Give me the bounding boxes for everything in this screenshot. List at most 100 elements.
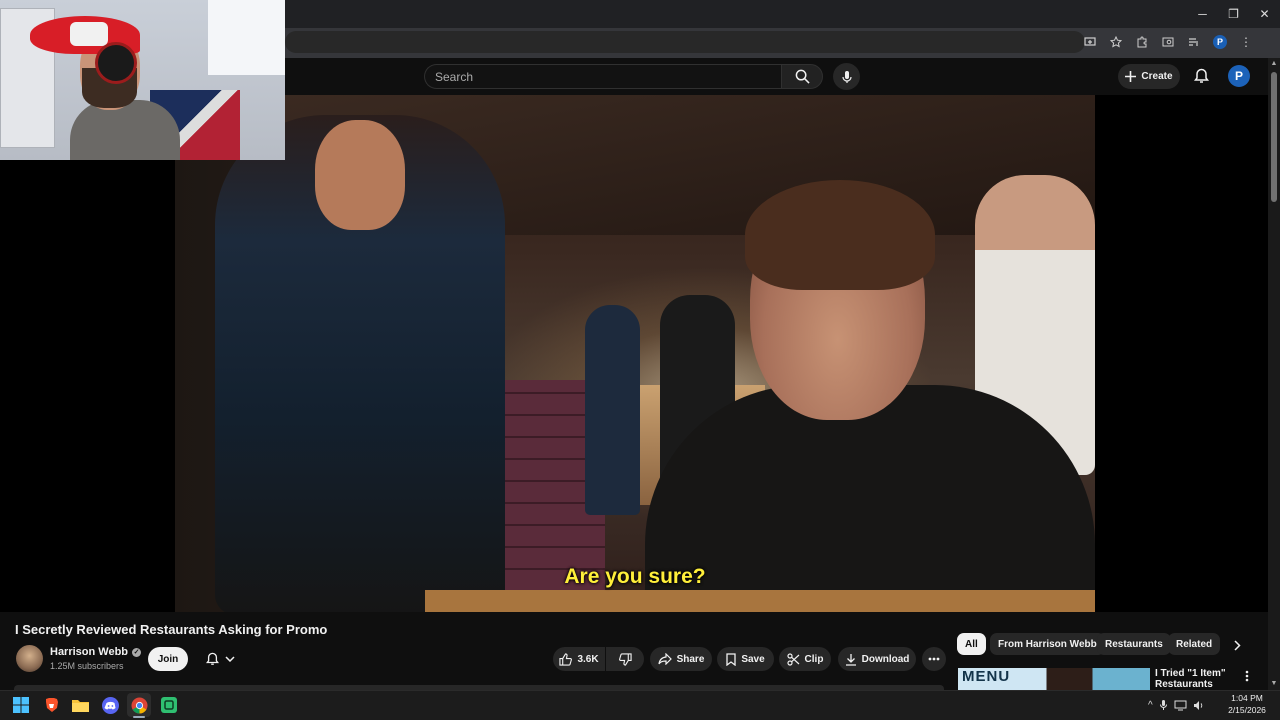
save-button[interactable]: Save: [717, 647, 774, 671]
account-avatar[interactable]: P: [1228, 65, 1250, 87]
search-button[interactable]: [781, 64, 823, 89]
download-icon: [845, 653, 856, 666]
show-hidden-icons-icon[interactable]: ^: [1148, 700, 1153, 711]
chip-related[interactable]: Related: [1168, 633, 1221, 655]
address-bar[interactable]: [285, 31, 1085, 53]
scissors-icon: [786, 652, 799, 666]
bell-icon: [205, 652, 219, 665]
verified-check-icon: ✓: [132, 647, 142, 657]
video-frame: Are you sure?: [175, 95, 1095, 612]
like-button[interactable]: 3.6K: [553, 647, 605, 671]
dislike-button[interactable]: [606, 647, 644, 671]
channel-name[interactable]: Harrison Webb: [50, 646, 128, 658]
scroll-down-arrow-icon[interactable]: ▼: [1268, 678, 1280, 690]
bookmark-icon: [726, 652, 736, 666]
microphone-icon: [841, 70, 852, 83]
create-label: Create: [1141, 71, 1173, 82]
scene-staff-person: [585, 305, 640, 515]
chip-restaurants[interactable]: Restaurants: [1097, 633, 1171, 655]
search-input[interactable]: [425, 65, 781, 88]
download-button[interactable]: Download: [838, 647, 916, 671]
chevron-right-icon: [1233, 639, 1241, 651]
tab-search-icon[interactable]: [1158, 32, 1178, 52]
clock-date: 2/15/2026: [1228, 705, 1266, 715]
clip-label: Clip: [804, 653, 824, 665]
extensions-puzzle-icon[interactable]: [1132, 32, 1152, 52]
video-player[interactable]: Are you sure?: [0, 95, 1268, 612]
recommendation-thumbnail[interactable]: MENU: [958, 668, 1150, 690]
microphone-icon[interactable]: [1159, 699, 1168, 711]
search-icon: [795, 69, 810, 84]
channel-avatar[interactable]: [16, 645, 43, 672]
more-vertical-icon: [1245, 670, 1249, 682]
system-tray: ^: [1148, 697, 1205, 713]
plus-icon: [1125, 71, 1137, 82]
install-app-icon[interactable]: [1080, 32, 1100, 52]
volume-icon[interactable]: [1193, 700, 1205, 711]
share-arrow-icon: [657, 653, 672, 665]
recommendation-menu-button[interactable]: [1240, 668, 1254, 684]
create-button[interactable]: Create: [1118, 64, 1180, 89]
cam-shirt: [70, 100, 180, 160]
cam-headset: [95, 42, 137, 84]
share-label: Share: [676, 653, 705, 665]
webcam-overlay: [0, 0, 285, 160]
download-label: Download: [861, 653, 910, 665]
scrollbar-thumb[interactable]: [1271, 72, 1277, 202]
taskbar-active-indicator: [133, 716, 145, 718]
chevron-down-icon: [224, 656, 235, 662]
notifications-button[interactable]: [1190, 65, 1212, 87]
bookmark-star-icon[interactable]: [1106, 32, 1126, 52]
subscription-notifications-button[interactable]: [196, 647, 244, 671]
chip-all[interactable]: All: [957, 633, 986, 655]
recommendation-title[interactable]: I Tried "1 Item" Restaurants: [1155, 668, 1235, 690]
clip-button[interactable]: Clip: [779, 647, 831, 671]
taskbar-file-explorer[interactable]: [68, 693, 92, 717]
scroll-up-arrow-icon[interactable]: ▲: [1268, 58, 1280, 70]
brave-lion-icon: [45, 698, 58, 712]
folder-icon: [71, 700, 89, 712]
search-box: [424, 64, 781, 89]
minimize-button[interactable]: ─: [1187, 0, 1218, 28]
window-controls: ─ ❐ ✕: [1187, 0, 1280, 28]
app-icon: [161, 697, 177, 713]
chrome-icon: [131, 697, 147, 713]
network-icon[interactable]: [1174, 700, 1187, 711]
more-horizontal-icon: [928, 657, 940, 661]
start-button[interactable]: [9, 693, 33, 717]
taskbar-brave[interactable]: [39, 693, 63, 717]
join-button[interactable]: Join: [148, 647, 188, 671]
discord-icon: [101, 696, 119, 714]
close-button[interactable]: ✕: [1249, 0, 1280, 28]
scene-table: [425, 590, 1095, 612]
taskbar-discord[interactable]: [98, 693, 122, 717]
taskbar-app[interactable]: [157, 693, 181, 717]
browser-profile-icon[interactable]: P: [1210, 32, 1230, 52]
browser-toolbar-icons: P ⋮: [1080, 31, 1256, 53]
clock-time: 1:04 PM: [1231, 693, 1263, 703]
restore-button[interactable]: ❐: [1218, 0, 1249, 28]
media-queue-icon[interactable]: [1184, 32, 1204, 52]
windows-logo-icon: [13, 697, 29, 713]
recommendation-thumbnail-text: MENU: [962, 668, 1011, 685]
more-actions-button[interactable]: [922, 647, 946, 671]
share-button[interactable]: Share: [650, 647, 712, 671]
chip-from-channel[interactable]: From Harrison Webb: [990, 633, 1105, 655]
taskbar-chrome[interactable]: [127, 693, 151, 717]
browser-menu-icon[interactable]: ⋮: [1236, 32, 1256, 52]
thumbs-down-icon: [618, 652, 632, 666]
chips-next-button[interactable]: [1226, 635, 1248, 655]
scene-man-hair: [745, 180, 935, 290]
like-count: 3.6K: [577, 653, 599, 665]
subscriber-count: 1.25M subscribers: [50, 661, 124, 671]
save-label: Save: [741, 653, 765, 665]
taskbar-clock[interactable]: 1:04 PM 2/15/2026: [1222, 692, 1272, 716]
channel-name-row[interactable]: Harrison Webb ✓: [50, 646, 142, 658]
windows-taskbar: [0, 690, 1280, 720]
video-title: I Secretly Reviewed Restaurants Asking f…: [15, 622, 328, 637]
cam-hat-patch: [70, 22, 108, 46]
thumbs-up-icon: [559, 652, 573, 666]
cam-window: [208, 0, 285, 75]
bell-icon: [1193, 68, 1209, 83]
voice-search-button[interactable]: [833, 63, 860, 90]
